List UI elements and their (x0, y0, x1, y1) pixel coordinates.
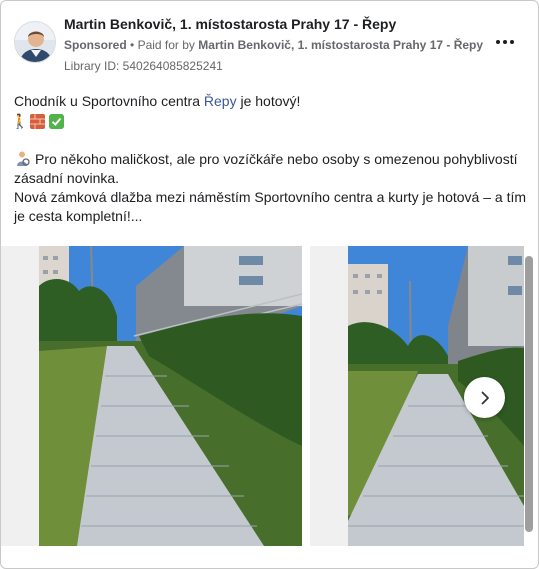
avatar[interactable] (14, 21, 56, 63)
ad-card: Martin Benkovič, 1. místostarosta Prahy … (0, 0, 539, 569)
more-options-icon[interactable] (492, 33, 518, 51)
post-meta: Martin Benkovič, 1. místostarosta Prahy … (64, 15, 504, 75)
sponsored-label: Sponsored (64, 38, 127, 52)
carousel-slide-1[interactable] (1, 246, 302, 546)
author-name[interactable]: Martin Benkovič, 1. místostarosta Prahy … (64, 15, 504, 33)
body-line-3: Nová zámková dlažba mezi náměstím Sporto… (14, 189, 527, 224)
emoji-row: 🚶 (11, 112, 529, 131)
body-line-2: Pro někoho maličkost, ale pro vozíčkáře … (14, 150, 529, 188)
paid-for-prefix: Paid for by (137, 38, 195, 52)
check-mark-emoji (49, 114, 64, 129)
brick-emoji (30, 114, 45, 129)
post-header: Martin Benkovič, 1. místostarosta Prahy … (13, 11, 528, 73)
body-line-1-text-a: Chodník u Sportovního centra (14, 93, 204, 109)
sponsored-line: Sponsored • Paid for by Martin Benkovič,… (64, 36, 504, 54)
chevron-right-icon (481, 391, 489, 404)
image-carousel[interactable] (1, 246, 538, 546)
person-walking-emoji: 🚶 (11, 113, 29, 129)
carousel-next-button[interactable] (464, 377, 505, 418)
scrollbar-thumb[interactable] (525, 256, 533, 532)
body-line-1-text-b: je hotový! (236, 93, 301, 109)
separator-dot: • (130, 38, 135, 52)
wheelchair-user-emoji (14, 151, 31, 166)
post-body: Chodník u Sportovního centra Řepy je hot… (11, 92, 529, 226)
paid-for-name[interactable]: Martin Benkovič, 1. místostarosta Prahy … (198, 38, 483, 52)
library-id: Library ID: 540264085825241 (64, 59, 223, 73)
sidewalk-photo-1 (39, 246, 302, 546)
body-line-1: Chodník u Sportovního centra Řepy je hot… (14, 92, 529, 111)
repy-link[interactable]: Řepy (204, 93, 237, 109)
body-line-2-text: Pro někoho maličkost, ale pro vozíčkáře … (14, 151, 518, 186)
